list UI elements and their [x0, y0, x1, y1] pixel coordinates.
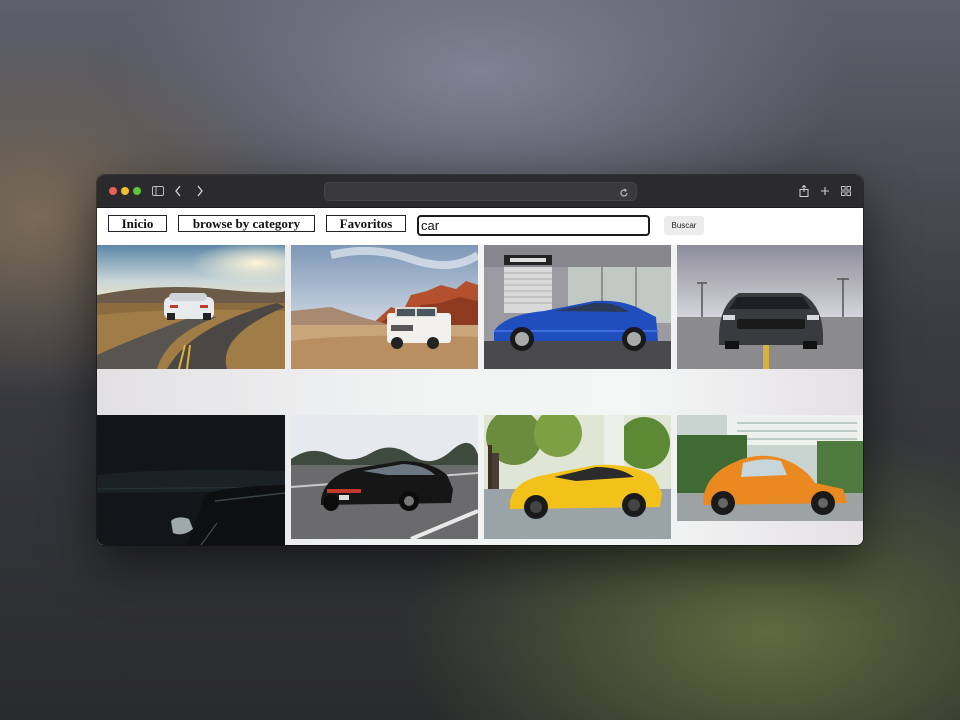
gallery-image[interactable] [677, 245, 863, 369]
page-content: Inicio browse by category Favoritos Busc… [97, 208, 863, 545]
new-tab-icon[interactable] [818, 184, 832, 198]
gallery-image[interactable] [97, 415, 285, 545]
top-nav: Inicio browse by category Favoritos Busc… [97, 208, 863, 245]
browser-window: Inicio browse by category Favoritos Busc… [97, 175, 863, 545]
maximize-window-button[interactable] [133, 187, 141, 195]
share-icon[interactable] [797, 184, 811, 198]
browse-category-button[interactable]: browse by category [178, 215, 315, 232]
gallery-image[interactable] [291, 415, 478, 539]
reload-icon[interactable] [619, 185, 631, 197]
sidebar-icon[interactable] [151, 184, 165, 198]
home-button[interactable]: Inicio [108, 215, 167, 232]
search-input[interactable] [417, 215, 650, 236]
minimize-window-button[interactable] [121, 187, 129, 195]
favorites-button[interactable]: Favoritos [326, 215, 406, 232]
gallery-image[interactable] [484, 415, 671, 539]
gallery-image[interactable] [677, 415, 863, 521]
close-window-button[interactable] [109, 187, 117, 195]
search-button[interactable]: Buscar [664, 216, 704, 235]
gallery-image[interactable] [291, 245, 478, 369]
gallery-image[interactable] [97, 245, 285, 369]
forward-icon[interactable] [193, 184, 207, 198]
gallery-image[interactable] [484, 245, 671, 369]
back-icon[interactable] [171, 184, 185, 198]
browser-titlebar [97, 175, 863, 208]
image-grid [97, 245, 863, 545]
address-bar[interactable] [324, 182, 637, 201]
tab-overview-icon[interactable] [839, 184, 853, 198]
